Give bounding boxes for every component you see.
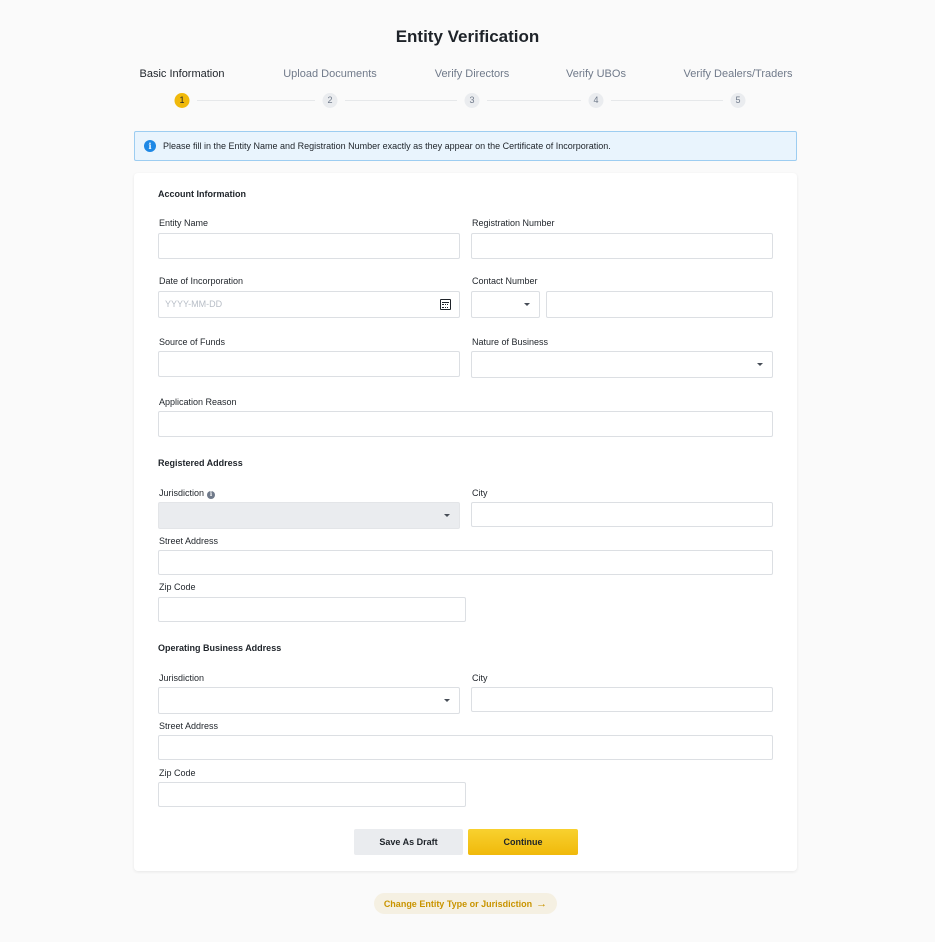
operating-city-input[interactable] <box>471 687 773 712</box>
chevron-down-icon <box>444 514 450 517</box>
save-as-draft-button[interactable]: Save As Draft <box>354 829 463 855</box>
registered-address-heading: Registered Address <box>158 458 243 468</box>
nature-of-business-select[interactable] <box>471 351 773 378</box>
step-3-indicator: 3 <box>464 93 480 108</box>
application-reason-input[interactable] <box>158 411 773 437</box>
registered-jurisdiction-select <box>158 502 460 529</box>
contact-number-input[interactable] <box>546 291 773 318</box>
application-reason-label: Application Reason <box>159 397 237 407</box>
calendar-icon[interactable] <box>440 299 451 310</box>
operating-city-label: City <box>472 673 488 683</box>
operating-zip-input[interactable] <box>158 782 466 807</box>
chevron-down-icon <box>444 699 450 702</box>
chevron-down-icon <box>757 363 763 366</box>
step-1-label: Basic Information <box>139 68 225 80</box>
date-of-incorporation-input[interactable]: YYYY-MM-DD <box>158 291 460 318</box>
info-notice: i Please fill in the Entity Name and Reg… <box>134 131 797 161</box>
step-4-label: Verify UBOs <box>566 68 626 80</box>
step-connector <box>345 100 457 101</box>
step-1-indicator: 1 <box>174 93 190 108</box>
operating-zip-label: Zip Code <box>159 768 196 778</box>
step-3-label: Verify Directors <box>434 68 510 80</box>
form-card: Account Information Entity Name Registra… <box>134 173 797 871</box>
change-entity-type-label: Change Entity Type or Jurisdiction <box>383 898 533 909</box>
page-title: Entity Verification <box>395 27 540 46</box>
registered-jurisdiction-label: Jurisdiction i <box>159 488 216 499</box>
chevron-down-icon <box>524 303 530 306</box>
step-4-indicator: 4 <box>588 93 604 108</box>
entity-name-input[interactable] <box>158 233 460 259</box>
operating-street-input[interactable] <box>158 735 773 760</box>
source-of-funds-label: Source of Funds <box>159 337 226 347</box>
country-code-select[interactable] <box>471 291 540 318</box>
change-entity-type-link[interactable]: Change Entity Type or Jurisdiction → <box>374 893 557 914</box>
source-of-funds-input[interactable] <box>158 351 460 377</box>
operating-jurisdiction-label: Jurisdiction <box>159 673 205 683</box>
step-connector <box>611 100 723 101</box>
step-connector <box>197 100 315 101</box>
operating-jurisdiction-select[interactable] <box>158 687 460 714</box>
account-information-heading: Account Information <box>158 189 246 199</box>
info-icon[interactable]: i <box>207 491 216 499</box>
step-5-indicator: 5 <box>730 93 746 108</box>
contact-number-label: Contact Number <box>472 276 538 286</box>
nature-of-business-label: Nature of Business <box>472 337 549 347</box>
operating-street-label: Street Address <box>159 721 219 731</box>
entity-name-label: Entity Name <box>159 218 209 228</box>
step-5-label: Verify Dealers/Traders <box>683 68 793 80</box>
step-2-label: Upload Documents <box>283 68 377 80</box>
registered-city-label: City <box>472 488 488 498</box>
date-placeholder: YYYY-MM-DD <box>165 299 223 309</box>
registered-zip-input[interactable] <box>158 597 466 622</box>
arrow-right-icon: → <box>536 897 548 910</box>
registered-jurisdiction-label-text: Jurisdiction <box>159 488 205 498</box>
continue-button[interactable]: Continue <box>468 829 578 855</box>
step-connector <box>487 100 581 101</box>
registered-street-label: Street Address <box>159 536 219 546</box>
registered-street-input[interactable] <box>158 550 773 575</box>
step-2-indicator: 2 <box>322 93 338 108</box>
info-icon: i <box>144 140 156 152</box>
registered-zip-label: Zip Code <box>159 582 196 592</box>
registration-number-label: Registration Number <box>472 218 555 228</box>
info-notice-text: Please fill in the Entity Name and Regis… <box>163 141 611 151</box>
operating-address-heading: Operating Business Address <box>158 643 282 653</box>
registration-number-input[interactable] <box>471 233 773 259</box>
date-of-incorporation-label: Date of Incorporation <box>159 276 244 286</box>
registered-city-input[interactable] <box>471 502 773 527</box>
